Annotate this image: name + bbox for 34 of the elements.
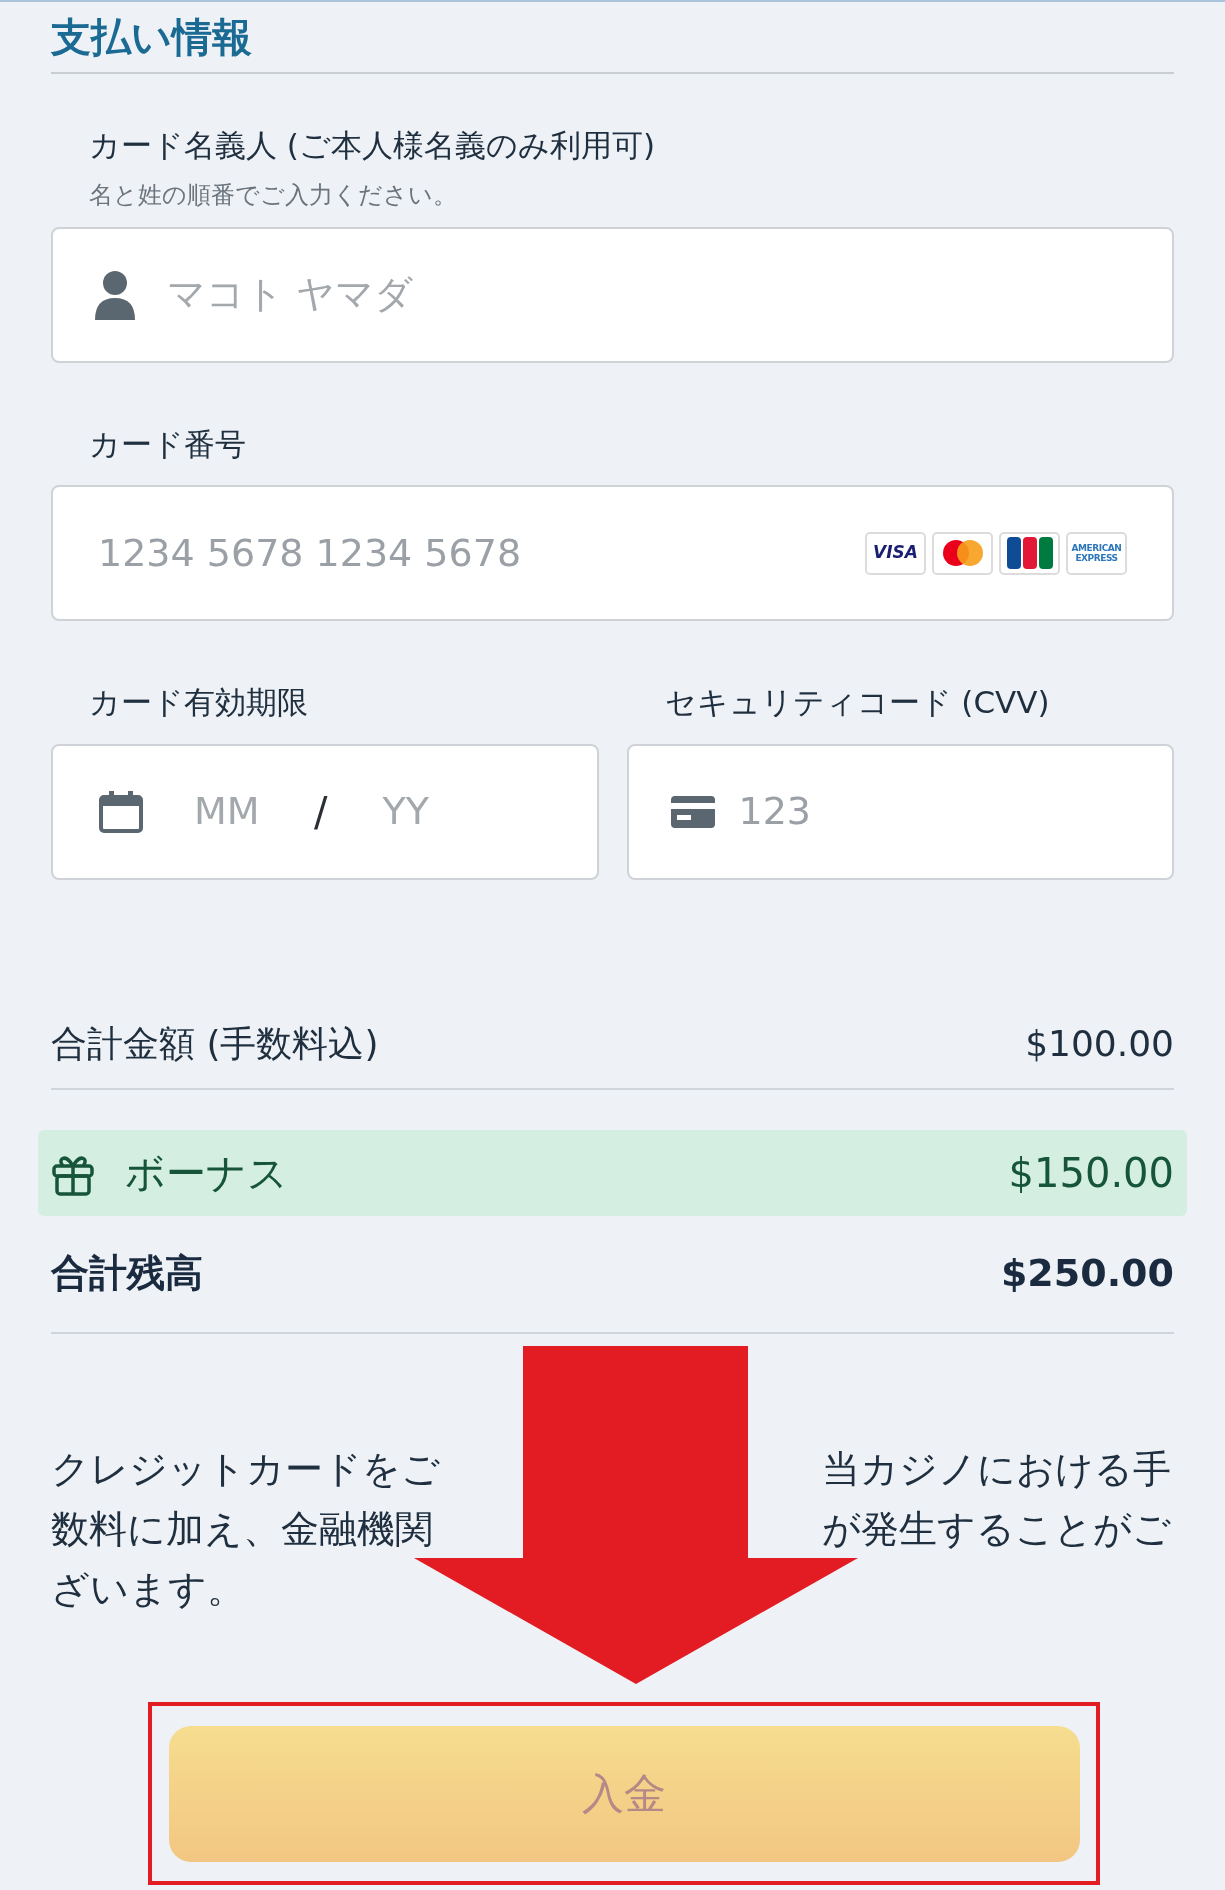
- card-number-field[interactable]: 1234 5678 1234 5678 VISA AMERICAN EXPRESS: [51, 485, 1174, 621]
- section-title: 支払い情報: [51, 13, 252, 62]
- summary-amount: $100.00: [1025, 1021, 1174, 1066]
- card-number-input[interactable]: 1234 5678 1234 5678: [98, 524, 849, 582]
- expiry-field[interactable]: MM / YY: [51, 743, 599, 880]
- notice-text: クレジットカードをご: [51, 1445, 440, 1493]
- notice-text: 数料に加え、金融機関: [51, 1505, 433, 1553]
- summary-label: ボーナス: [125, 1148, 288, 1198]
- summary-label: 合計残高: [51, 1250, 203, 1297]
- field-label: カード有効期限: [88, 683, 309, 722]
- mastercard-logo: [932, 531, 993, 575]
- date-separator: /: [314, 787, 328, 837]
- field-label: カード番号: [88, 424, 247, 464]
- card-icon: [670, 795, 715, 828]
- person-icon: [93, 269, 137, 320]
- notice-text: が発生することがご: [822, 1505, 1171, 1553]
- summary-label: 合計金額 (手数料込): [51, 1021, 379, 1066]
- field-label: カード名義人 (ご本人様名義のみ利用可): [89, 126, 657, 165]
- calendar-icon: [98, 789, 144, 834]
- cvv-input[interactable]: 123: [738, 783, 1130, 840]
- month-input[interactable]: MM: [194, 783, 284, 840]
- name-input[interactable]: マコト ヤマダ: [167, 266, 1132, 323]
- field-hint: 名と姓の順番でご入力ください。: [89, 179, 458, 211]
- field-label: セキュリティコード (CVV): [663, 683, 1051, 722]
- summary-amount: $250.00: [1000, 1250, 1174, 1297]
- name-field[interactable]: マコト ヤマダ: [51, 226, 1174, 363]
- summary-amount: $150.00: [1008, 1148, 1174, 1198]
- visa-logo: VISA: [865, 531, 926, 575]
- notice-text: ざいます。: [51, 1565, 245, 1613]
- amex-logo: AMERICAN EXPRESS: [1066, 531, 1127, 575]
- notice-text: 当カジノにおける手: [822, 1445, 1171, 1493]
- jcb-logo: [999, 531, 1060, 575]
- year-input[interactable]: YY: [382, 783, 463, 840]
- cvv-field[interactable]: 123: [626, 743, 1174, 880]
